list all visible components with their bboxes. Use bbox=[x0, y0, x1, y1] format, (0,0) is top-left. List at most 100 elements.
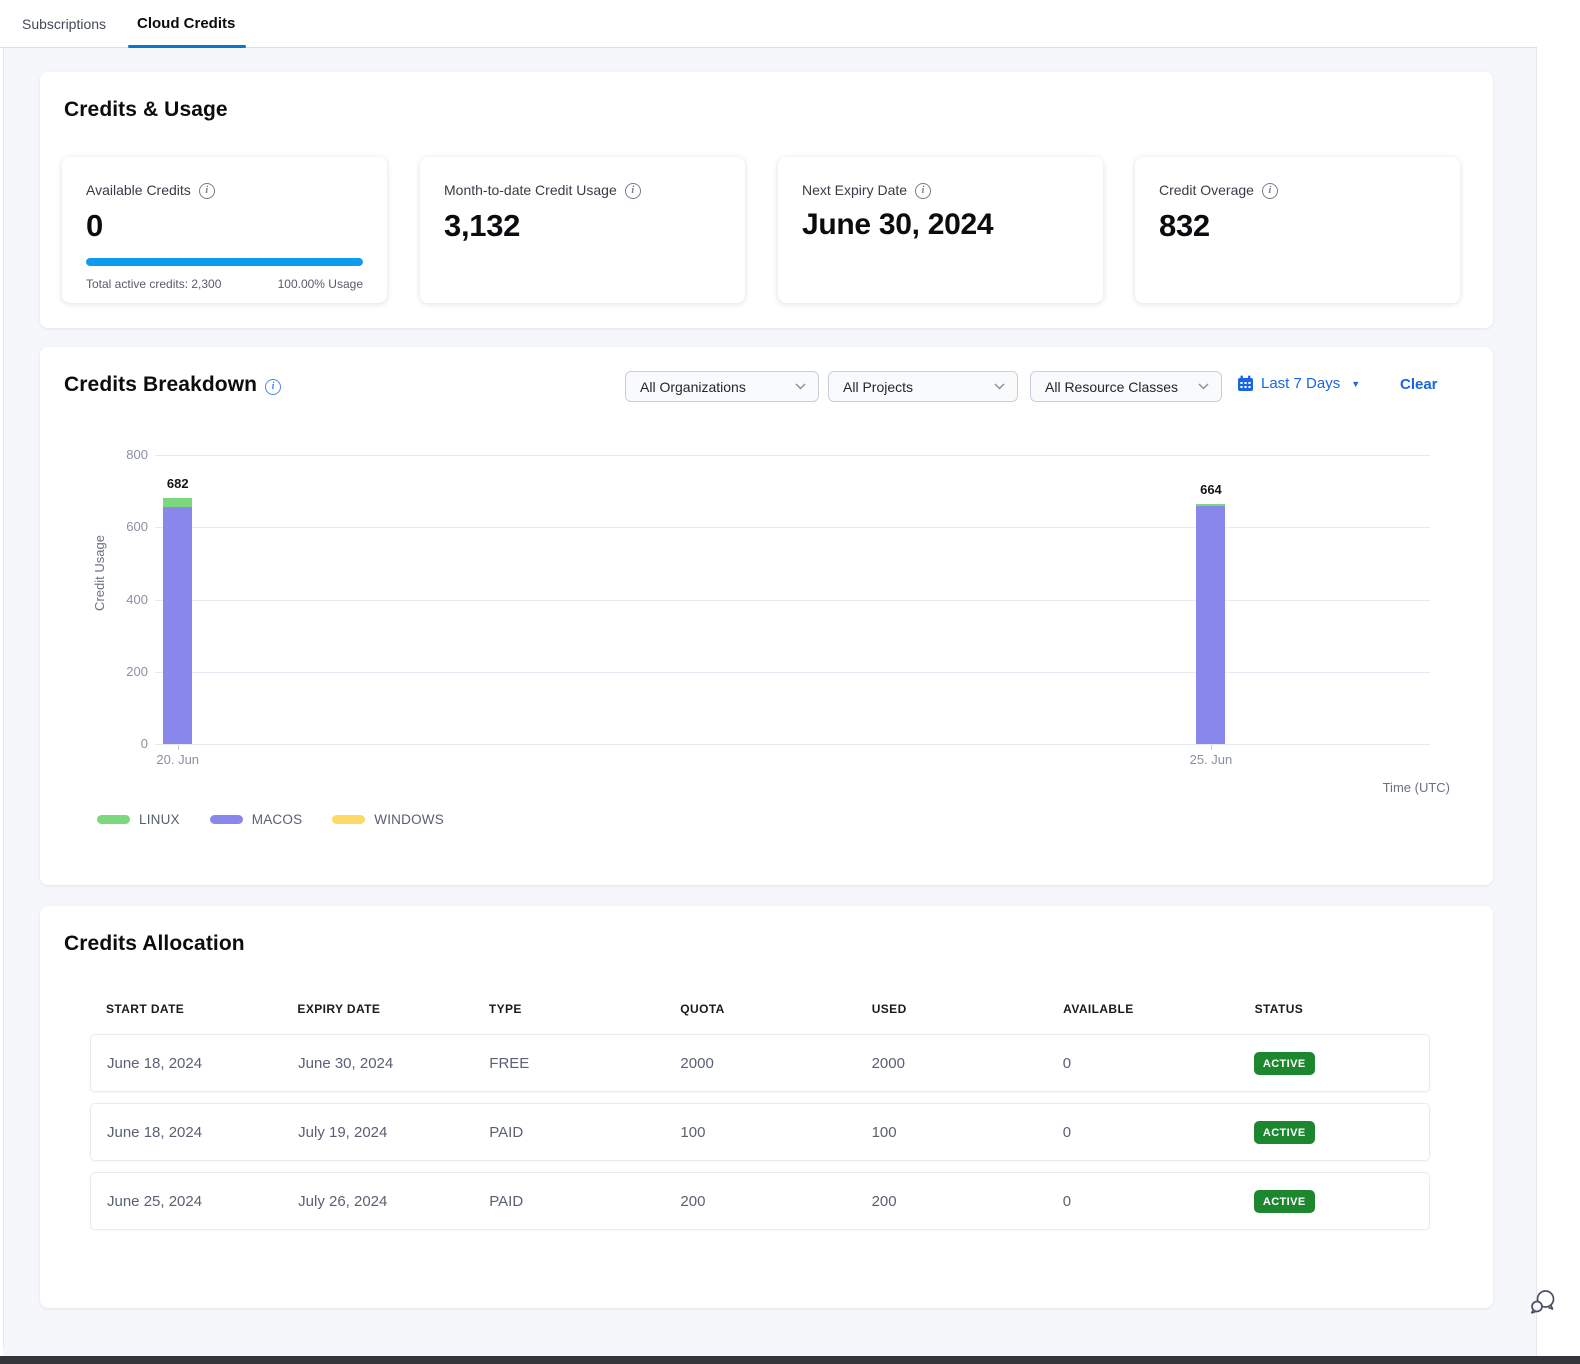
usage-percent: 100.00% Usage bbox=[278, 277, 363, 291]
cell-type: PAID bbox=[473, 1124, 664, 1141]
cell-quota: 2000 bbox=[664, 1055, 855, 1072]
total-active-credits: Total active credits: 2,300 bbox=[86, 277, 221, 291]
cell-status: ACTIVE bbox=[1238, 1121, 1429, 1144]
table-row: June 18, 2024June 30, 2024FREE200020000A… bbox=[90, 1034, 1430, 1092]
main-content: Credits & Usage Available Creditsi 0 Tot… bbox=[0, 48, 1537, 1356]
top-tab-bar: Subscriptions Cloud Credits bbox=[0, 0, 1537, 48]
status-badge: ACTIVE bbox=[1254, 1190, 1315, 1213]
cell-available: 0 bbox=[1047, 1124, 1238, 1141]
clear-filters-button[interactable]: Clear bbox=[1400, 376, 1438, 393]
resource-classes-dropdown[interactable]: All Resource Classes bbox=[1030, 371, 1222, 402]
chart-filters: All Organizations All Projects All Resou… bbox=[40, 371, 1493, 403]
legend-swatch-windows bbox=[332, 815, 365, 824]
info-icon[interactable]: i bbox=[199, 183, 215, 199]
credit-overage-card: Credit Overagei 832 bbox=[1135, 157, 1460, 303]
calendar-icon bbox=[1237, 375, 1254, 392]
bottom-window-edge bbox=[0, 1356, 1580, 1364]
x-axis-tickmark bbox=[178, 745, 179, 750]
chart-legend: LINUX MACOS WINDOWS bbox=[97, 812, 444, 827]
cell-type: PAID bbox=[473, 1193, 664, 1210]
x-axis-tick-label: 20. Jun bbox=[143, 752, 213, 767]
chart-bar-value-label: 682 bbox=[143, 476, 213, 491]
cell-type: FREE bbox=[473, 1055, 664, 1072]
tab-subscriptions[interactable]: Subscriptions bbox=[22, 0, 106, 48]
cell-start-date: June 18, 2024 bbox=[91, 1055, 282, 1072]
cell-status: ACTIVE bbox=[1238, 1052, 1429, 1075]
available-credits-card: Available Creditsi 0 Total active credit… bbox=[62, 157, 387, 303]
x-axis-tickmark bbox=[1211, 745, 1212, 750]
cell-start-date: June 25, 2024 bbox=[91, 1193, 282, 1210]
date-range-picker[interactable]: Last 7 Days ▼ bbox=[1237, 375, 1360, 392]
credit-overage-value: 832 bbox=[1159, 208, 1436, 244]
chart-bar-segment-linux[interactable] bbox=[1196, 504, 1225, 505]
credit-overage-label: Credit Overagei bbox=[1159, 182, 1436, 199]
credits-usage-panel: Credits & Usage Available Creditsi 0 Tot… bbox=[40, 72, 1493, 328]
legend-label: WINDOWS bbox=[374, 812, 444, 827]
available-credits-label: Available Creditsi bbox=[86, 182, 363, 199]
chart-bar-value-label: 664 bbox=[1176, 482, 1246, 497]
legend-label: LINUX bbox=[139, 812, 180, 827]
credits-chart: Credit Usage Time (UTC) LINUX MACOS WINDOW… bbox=[40, 427, 1493, 885]
status-badge: ACTIVE bbox=[1254, 1121, 1315, 1144]
cell-expiry-date: June 30, 2024 bbox=[282, 1055, 473, 1072]
y-axis-tick-label: 200 bbox=[48, 664, 148, 679]
projects-dropdown[interactable]: All Projects bbox=[828, 371, 1018, 402]
y-axis-tick-label: 400 bbox=[48, 592, 148, 607]
cell-available: 0 bbox=[1047, 1055, 1238, 1072]
column-header: EXPIRY DATE bbox=[281, 1002, 472, 1016]
organizations-dropdown[interactable]: All Organizations bbox=[625, 371, 819, 402]
caret-down-icon: ▼ bbox=[1351, 379, 1360, 389]
cell-used: 200 bbox=[856, 1193, 1047, 1210]
date-range-label: Last 7 Days bbox=[1261, 375, 1340, 392]
column-header: QUOTA bbox=[664, 1002, 855, 1016]
status-badge: ACTIVE bbox=[1254, 1052, 1315, 1075]
x-axis-label: Time (UTC) bbox=[1250, 780, 1450, 795]
chart-gridline bbox=[155, 527, 1430, 528]
column-header: TYPE bbox=[473, 1002, 664, 1016]
table-row: June 18, 2024July 19, 2024PAID1001000ACT… bbox=[90, 1103, 1430, 1161]
chat-widget-button[interactable] bbox=[1526, 1286, 1558, 1318]
chart-gridline bbox=[155, 672, 1430, 673]
cell-expiry-date: July 19, 2024 bbox=[282, 1124, 473, 1141]
x-axis-tick-label: 25. Jun bbox=[1176, 752, 1246, 767]
column-header: AVAILABLE bbox=[1047, 1002, 1238, 1016]
chat-bubbles-icon bbox=[1526, 1286, 1558, 1318]
y-axis-tick-label: 600 bbox=[48, 519, 148, 534]
legend-item-windows[interactable]: WINDOWS bbox=[332, 812, 444, 827]
next-expiry-label: Next Expiry Datei bbox=[802, 182, 1079, 199]
available-credits-value: 0 bbox=[86, 208, 363, 244]
cell-start-date: June 18, 2024 bbox=[91, 1124, 282, 1141]
credit-usage-progress bbox=[86, 258, 363, 266]
column-header: STATUS bbox=[1239, 1002, 1430, 1016]
mtd-usage-label: Month-to-date Credit Usagei bbox=[444, 182, 721, 199]
active-tab-underline bbox=[128, 45, 246, 48]
mtd-usage-value: 3,132 bbox=[444, 208, 721, 244]
tab-cloud-credits[interactable]: Cloud Credits bbox=[137, 0, 235, 48]
info-icon[interactable]: i bbox=[625, 183, 641, 199]
chart-bar-segment-macos[interactable] bbox=[1196, 506, 1225, 744]
cell-used: 100 bbox=[856, 1124, 1047, 1141]
info-icon[interactable]: i bbox=[1262, 183, 1278, 199]
cell-quota: 200 bbox=[664, 1193, 855, 1210]
cell-available: 0 bbox=[1047, 1193, 1238, 1210]
chart-bar-segment-linux[interactable] bbox=[163, 498, 192, 508]
column-header: START DATE bbox=[90, 1002, 281, 1016]
chart-bar-segment-macos[interactable] bbox=[163, 507, 192, 744]
table-row: June 25, 2024July 26, 2024PAID2002000ACT… bbox=[90, 1172, 1430, 1230]
column-header: USED bbox=[856, 1002, 1047, 1016]
credits-allocation-title: Credits Allocation bbox=[64, 932, 245, 956]
cell-status: ACTIVE bbox=[1238, 1190, 1429, 1213]
y-axis-label: Credit Usage bbox=[92, 473, 108, 673]
legend-item-macos[interactable]: MACOS bbox=[210, 812, 303, 827]
credits-allocation-panel: Credits Allocation START DATEEXPIRY DATE… bbox=[40, 906, 1493, 1308]
next-expiry-card: Next Expiry Datei June 30, 2024 bbox=[778, 157, 1103, 303]
chart-gridline bbox=[155, 455, 1430, 456]
chart-gridline bbox=[155, 600, 1430, 601]
info-icon[interactable]: i bbox=[915, 183, 931, 199]
left-edge-divider bbox=[3, 48, 4, 1348]
legend-item-linux[interactable]: LINUX bbox=[97, 812, 180, 827]
cell-quota: 100 bbox=[664, 1124, 855, 1141]
legend-swatch-macos bbox=[210, 815, 243, 824]
table-header-row: START DATEEXPIRY DATETYPEQUOTAUSEDAVAILA… bbox=[90, 1002, 1430, 1034]
credits-breakdown-panel: Credits Breakdowni All Organizations All… bbox=[40, 347, 1493, 885]
